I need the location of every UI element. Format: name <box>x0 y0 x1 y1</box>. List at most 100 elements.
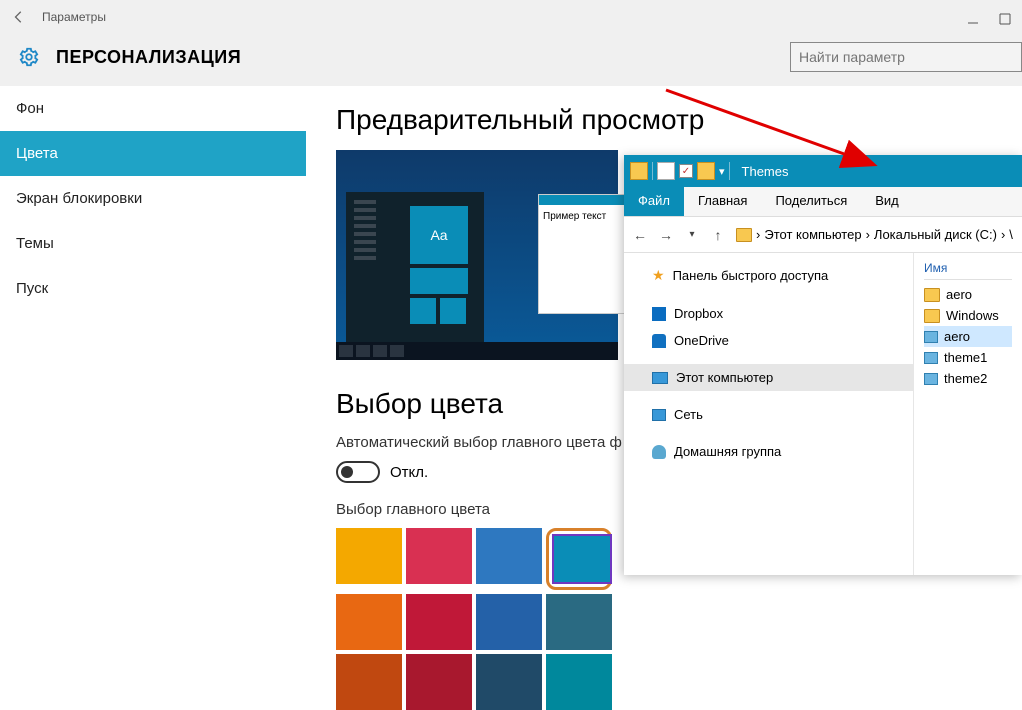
check-icon: ✓ <box>679 164 693 178</box>
color-swatch[interactable] <box>406 654 472 710</box>
close-button[interactable] <box>994 8 1016 30</box>
sidebar-item-label: Фон <box>16 100 44 117</box>
sidebar-item-label: Пуск <box>16 280 48 297</box>
toggle-label: Откл. <box>390 464 428 481</box>
sidebar-item-lockscreen[interactable]: Экран блокировки <box>0 176 306 221</box>
color-swatch[interactable] <box>336 528 402 584</box>
pc-icon <box>652 372 668 384</box>
auto-color-toggle[interactable] <box>336 461 380 483</box>
nav-up-button[interactable]: ↑ <box>710 227 726 243</box>
explorer-side-item[interactable]: Домашняя группа <box>624 438 913 465</box>
list-item-label: aero <box>946 287 972 302</box>
explorer-side-item[interactable]: ★ Панель быстрого доступа <box>624 261 913 290</box>
color-swatch[interactable] <box>336 594 402 650</box>
tab-file[interactable]: Файл <box>624 187 684 216</box>
side-item-label: Панель быстрого доступа <box>673 268 829 283</box>
folder-icon <box>630 162 648 180</box>
theme-icon <box>924 331 938 343</box>
preview-tile <box>410 298 436 324</box>
explorer-side-item[interactable]: Этот компьютер <box>624 364 913 391</box>
folder-icon <box>924 309 940 323</box>
gear-icon <box>18 46 40 68</box>
list-item[interactable]: aero <box>924 326 1012 347</box>
sidebar-item-colors[interactable]: Цвета <box>0 131 306 176</box>
sidebar-item-label: Цвета <box>16 145 58 162</box>
sidebar-item-label: Экран блокировки <box>16 190 142 207</box>
minimize-button[interactable] <box>962 8 984 30</box>
list-item[interactable]: theme1 <box>924 347 1012 368</box>
theme-icon <box>924 352 938 364</box>
theme-icon <box>924 373 938 385</box>
color-preview: Aa Пример текст <box>336 150 618 360</box>
list-item-label: theme1 <box>944 350 987 365</box>
preview-popup: Пример текст <box>538 194 628 314</box>
color-swatch[interactable] <box>546 654 612 710</box>
folder-icon <box>697 162 715 180</box>
preview-tile <box>410 268 468 294</box>
explorer-titlebar[interactable]: ✓ ▾ Themes <box>624 155 1022 187</box>
tab-share[interactable]: Поделиться <box>761 187 861 216</box>
star-icon: ★ <box>652 267 665 284</box>
list-item[interactable]: Windows <box>924 305 1012 326</box>
list-item[interactable]: theme2 <box>924 368 1012 389</box>
sidebar-item-start[interactable]: Пуск <box>0 266 306 311</box>
section-header: ПЕРСОНАЛИЗАЦИЯ <box>0 34 1022 86</box>
search-input[interactable] <box>791 45 1021 69</box>
side-item-label: Сеть <box>674 407 703 422</box>
breadcrumb[interactable]: › Этот компьютер › Локальный диск (C:) ›… <box>736 227 1014 242</box>
dropdown-icon[interactable]: ▾ <box>719 165 725 178</box>
folder-icon <box>736 228 752 242</box>
search-box[interactable] <box>790 42 1022 72</box>
nav-back-button[interactable]: ← <box>632 227 648 243</box>
list-item-label: aero <box>944 329 970 344</box>
nav-history-button[interactable]: ▾ <box>684 227 700 243</box>
explorer-side-item[interactable]: OneDrive <box>624 327 913 354</box>
explorer-nav: ← → ▾ ↑ › Этот компьютер › Локальный дис… <box>624 217 1022 253</box>
color-swatch[interactable] <box>476 654 542 710</box>
side-item-label: Dropbox <box>674 306 723 321</box>
color-swatch[interactable] <box>476 594 542 650</box>
color-swatch[interactable] <box>406 594 472 650</box>
sidebar-item-label: Темы <box>16 235 54 252</box>
back-button[interactable] <box>8 6 30 28</box>
preview-tile <box>440 298 466 324</box>
color-swatch[interactable] <box>406 528 472 584</box>
crumb[interactable]: Этот компьютер <box>764 227 861 242</box>
page-title: ПЕРСОНАЛИЗАЦИЯ <box>56 47 241 68</box>
nav-forward-button[interactable]: → <box>658 227 674 243</box>
dropbox-icon <box>652 307 666 321</box>
preview-start-menu: Aa <box>346 192 484 342</box>
list-header[interactable]: Имя <box>924 261 1012 280</box>
sidebar: Фон Цвета Экран блокировки Темы Пуск <box>0 86 306 693</box>
explorer-window: ✓ ▾ Themes Файл Главная Поделиться Вид ←… <box>624 155 1022 575</box>
explorer-side-item[interactable]: Dropbox <box>624 300 913 327</box>
page-icon <box>657 162 675 180</box>
onedrive-icon <box>652 334 666 348</box>
list-item[interactable]: aero <box>924 284 1012 305</box>
explorer-list: Имя aero Windows aero theme1 theme2 <box>914 253 1022 575</box>
color-swatch[interactable] <box>546 594 612 650</box>
tab-home[interactable]: Главная <box>684 187 761 216</box>
homegroup-icon <box>652 445 666 459</box>
settings-titlebar: Параметры <box>0 0 1022 34</box>
list-item-label: theme2 <box>944 371 987 386</box>
sidebar-item-background[interactable]: Фон <box>0 86 306 131</box>
color-swatch[interactable] <box>336 654 402 710</box>
explorer-ribbon: Файл Главная Поделиться Вид <box>624 187 1022 217</box>
side-item-label: Домашняя группа <box>674 444 781 459</box>
color-swatch-selected[interactable] <box>546 528 612 590</box>
network-icon <box>652 409 666 421</box>
window-title: Параметры <box>42 10 106 24</box>
preview-taskbar <box>336 342 618 360</box>
crumb[interactable]: Локальный диск (C:) <box>874 227 997 242</box>
explorer-side-item[interactable]: Сеть <box>624 401 913 428</box>
preview-heading: Предварительный просмотр <box>336 104 992 136</box>
tab-view[interactable]: Вид <box>861 187 913 216</box>
explorer-sidebar: ★ Панель быстрого доступа Dropbox OneDrive Э… <box>624 253 914 575</box>
folder-icon <box>924 288 940 302</box>
list-item-label: Windows <box>946 308 999 323</box>
side-item-label: OneDrive <box>674 333 729 348</box>
color-swatch[interactable] <box>476 528 542 584</box>
sidebar-item-themes[interactable]: Темы <box>0 221 306 266</box>
explorer-title: Themes <box>742 164 789 179</box>
